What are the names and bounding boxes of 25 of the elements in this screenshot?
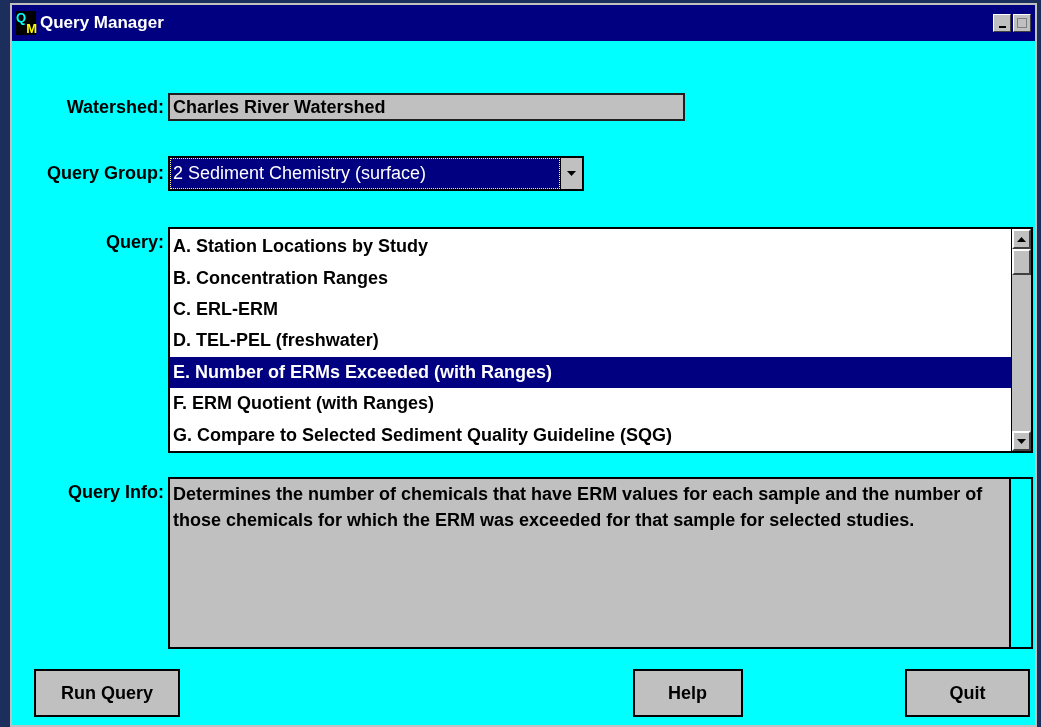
query-list-item[interactable]: E. Number of ERMs Exceeded (with Ranges) bbox=[170, 356, 1011, 389]
app-logo-icon: Q M bbox=[16, 11, 36, 35]
field-label: Query: bbox=[104, 231, 165, 254]
minimize-button[interactable] bbox=[993, 14, 1011, 32]
field-label: Watershed: bbox=[65, 95, 165, 119]
maximize-button[interactable] bbox=[1013, 14, 1031, 32]
query-group-dropdown[interactable]: 2 Sediment Chemistry (surface) bbox=[168, 156, 584, 191]
dialog-button[interactable]: Run Query bbox=[34, 669, 180, 717]
query-list-item[interactable]: C. ERL-ERM bbox=[170, 293, 1011, 326]
window-title: Query Manager bbox=[40, 12, 164, 35]
scroll-down-icon[interactable] bbox=[1012, 431, 1031, 451]
query-list-item[interactable]: D. TEL-PEL (freshwater) bbox=[170, 325, 1011, 357]
query-info-text: Determines the number of chemicals that have ERM values for each sample and the number of those chemicals for which the ERM was exceeded for that sample for selected studies. bbox=[170, 479, 1011, 647]
scroll-thumb[interactable] bbox=[1012, 249, 1031, 275]
query-list-item[interactable]: B. Concentration Ranges bbox=[170, 262, 1011, 294]
scroll-up-icon[interactable] bbox=[1012, 229, 1031, 249]
dialog-button[interactable]: Quit bbox=[905, 669, 1030, 717]
field-label: Query Group: bbox=[46, 162, 165, 185]
query-list-item[interactable]: F. ERM Quotient (with Ranges) bbox=[170, 388, 1011, 420]
field-label: Query Info: bbox=[67, 481, 165, 504]
scrollbar[interactable] bbox=[1011, 229, 1031, 451]
query-list-item[interactable]: A. Station Locations by Study bbox=[170, 231, 1011, 263]
dialog-button[interactable]: Help bbox=[632, 669, 743, 717]
query-list-item[interactable]: G. Compare to Selected Sediment Quality Guideline (SQG) bbox=[170, 419, 1011, 451]
watershed-field[interactable]: Charles River Watershed bbox=[168, 93, 685, 121]
